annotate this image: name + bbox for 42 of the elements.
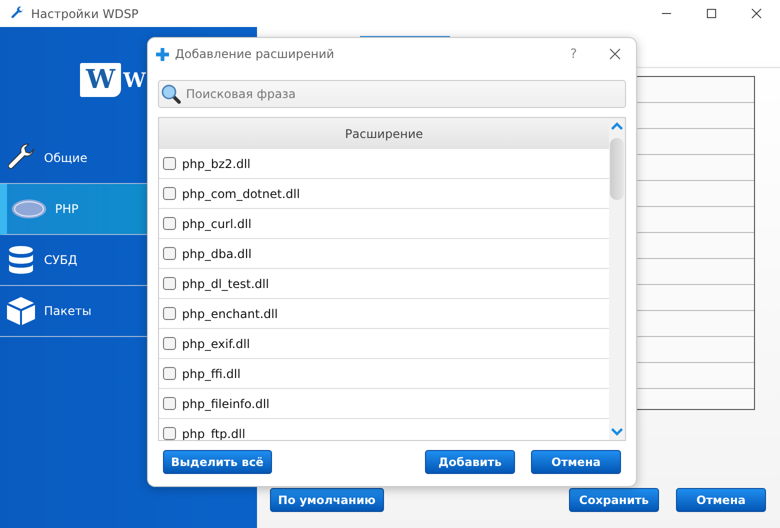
checkbox[interactable] — [163, 217, 176, 230]
logo-text: W — [123, 68, 146, 92]
cube-icon — [6, 296, 36, 326]
checkbox[interactable] — [163, 157, 176, 170]
checkbox[interactable] — [163, 337, 176, 350]
maximize-icon[interactable] — [706, 8, 717, 19]
scrollbar[interactable] — [609, 118, 625, 440]
extension-name: php_fileinfo.dll — [182, 396, 270, 410]
search-icon — [161, 84, 181, 104]
wrench-icon — [10, 6, 25, 21]
column-header[interactable]: Расширение — [159, 118, 609, 149]
checkbox[interactable] — [163, 187, 176, 200]
php-logo-icon — [11, 199, 47, 219]
dialog-title: Добавление расширений — [175, 47, 334, 61]
checkbox[interactable] — [163, 247, 176, 260]
extension-name: php_dba.dll — [182, 246, 252, 260]
extension-name: php_bz2.dll — [182, 156, 250, 170]
cancel-button[interactable]: Отмена — [676, 488, 766, 512]
cancel-button[interactable]: Отмена — [531, 450, 621, 474]
extension-name: php_curl.dll — [182, 216, 252, 230]
database-icon — [6, 245, 36, 275]
extension-name: php_ffi.dll — [182, 366, 241, 380]
logo-badge: W — [80, 63, 122, 97]
help-button[interactable]: ? — [570, 46, 577, 62]
close-icon[interactable] — [751, 8, 762, 19]
select-all-button[interactable]: Выделить всё — [163, 450, 272, 474]
extension-name: php_exif.dll — [182, 336, 250, 350]
checkbox[interactable] — [163, 367, 176, 380]
add-button[interactable]: Добавить — [425, 450, 515, 474]
checkbox[interactable] — [163, 307, 176, 320]
checkbox[interactable] — [163, 277, 176, 290]
checkbox[interactable] — [163, 427, 176, 440]
close-icon[interactable] — [609, 48, 621, 60]
save-button[interactable]: Сохранить — [569, 488, 659, 512]
plus-icon — [156, 48, 169, 60]
scrollbar-thumb[interactable] — [610, 138, 624, 200]
window-title: Настройки WDSP — [31, 6, 139, 20]
default-button[interactable]: По умолчанию — [270, 488, 384, 512]
scroll-up-icon[interactable] — [611, 122, 623, 130]
scroll-down-icon[interactable] — [611, 428, 623, 436]
checkbox[interactable] — [163, 397, 176, 410]
search-field[interactable]: Поисковая фраза — [158, 80, 626, 108]
